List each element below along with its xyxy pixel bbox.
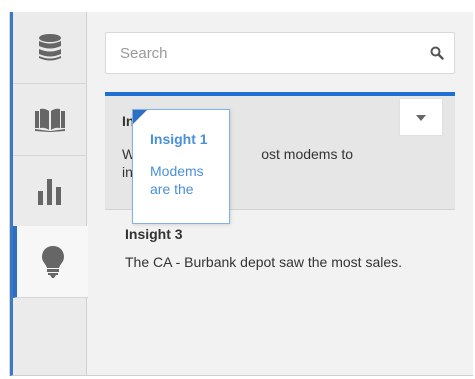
insight-body-fragment-right: ost modems to [261, 146, 354, 162]
tab-data[interactable] [13, 12, 87, 84]
bar-chart-icon [38, 178, 62, 205]
tab-library[interactable] [13, 84, 87, 156]
search-icon[interactable] [430, 46, 444, 65]
card-corner-marker [133, 110, 147, 124]
tab-insights[interactable] [13, 226, 88, 298]
book-icon [35, 108, 65, 132]
dragged-insight-title: Insight 1 [150, 131, 208, 147]
dragged-insight-body: Modems are the [150, 163, 204, 197]
insight-body: The CA - Burbank depot saw the most sale… [125, 254, 403, 270]
insights-main: In Wost modems to in Insight 1 Modems ar… [87, 12, 473, 375]
dragged-insight-card[interactable]: Insight 1 Modems are the [132, 109, 230, 224]
insight-title: Insight 3 [125, 226, 183, 242]
database-icon [38, 33, 62, 62]
search-box [105, 32, 455, 74]
insight-card[interactable]: Insight 3 The CA - Burbank depot saw the… [125, 226, 445, 271]
insight-menu-dropdown[interactable] [399, 98, 443, 136]
search-input[interactable] [106, 33, 426, 73]
lightbulb-icon [41, 245, 64, 278]
tab-visualizations[interactable] [13, 156, 87, 228]
insights-panel: In Wost modems to in Insight 1 Modems ar… [10, 12, 473, 376]
panel-tab-rail [13, 12, 88, 375]
chevron-down-icon [416, 108, 426, 126]
